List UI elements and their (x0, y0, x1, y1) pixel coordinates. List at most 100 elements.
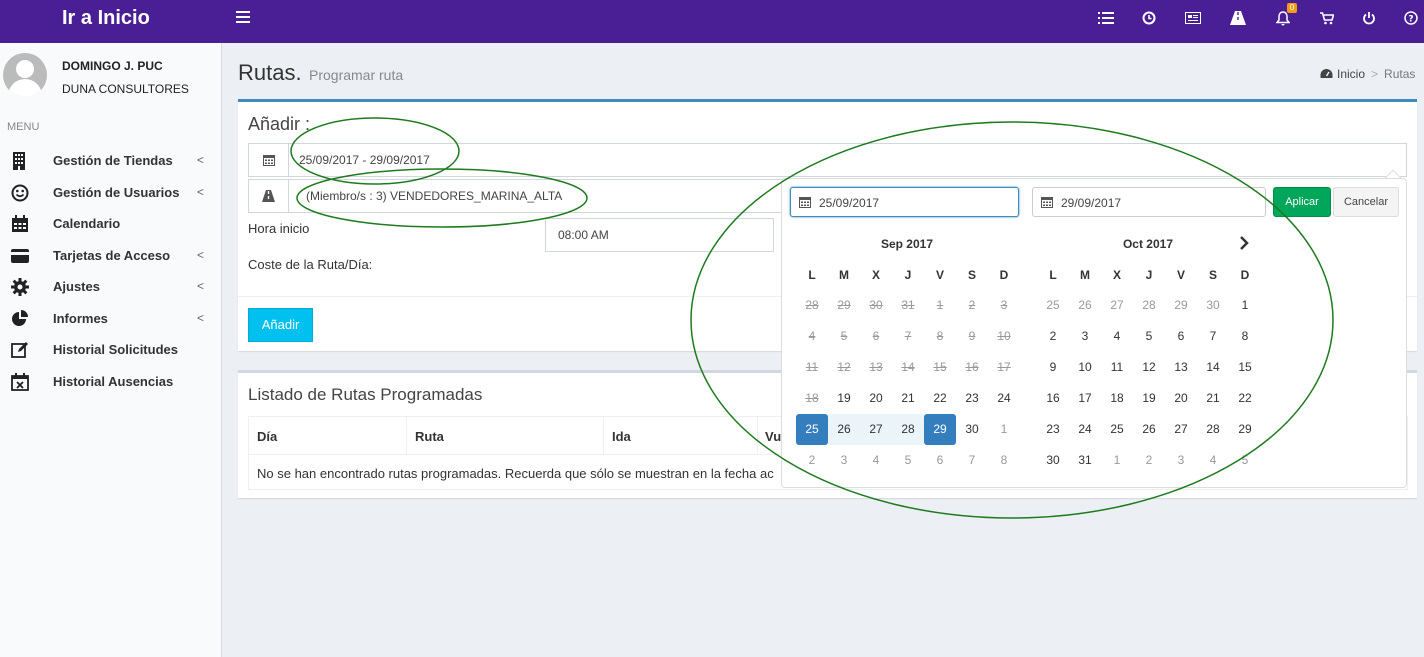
clock-icon[interactable] (1141, 10, 1157, 26)
calendar-day[interactable]: 27 (860, 414, 892, 445)
calendar-day[interactable]: 31 (1069, 445, 1101, 476)
calendar-day[interactable]: 26 (828, 414, 860, 445)
calendar-day[interactable]: 1 (1229, 290, 1261, 321)
chevron-left-icon: < (197, 311, 205, 325)
calendar-day[interactable]: 4 (860, 445, 892, 476)
sidebar-item-informes[interactable]: Informes < (0, 303, 222, 333)
hora-inicio-input[interactable]: 08:00 AM (545, 218, 774, 252)
sidebar-item-calendario[interactable]: Calendario (0, 208, 222, 238)
column-header[interactable]: Ida (612, 429, 631, 444)
calendar-day[interactable]: 29 (1165, 290, 1197, 321)
calendar-day[interactable]: 1 (1101, 445, 1133, 476)
calendar-icon (11, 215, 29, 233)
calendar-day[interactable]: 5 (892, 445, 924, 476)
members-select[interactable]: (Miembro/s : 3) VENDEDORES_MARINA_ALTA (248, 179, 788, 213)
calendar-day[interactable]: 9 (1037, 352, 1069, 383)
calendar-day[interactable]: 18 (1101, 383, 1133, 414)
dashboard-icon (1320, 69, 1333, 78)
calendar-day[interactable]: 22 (924, 383, 956, 414)
help-icon[interactable]: ? (1403, 10, 1419, 26)
calendar-day[interactable]: 1 (988, 414, 1020, 445)
list-icon[interactable] (1098, 10, 1114, 26)
sidebar-item-tarjetas-acceso[interactable]: Tarjetas de Acceso < (0, 240, 222, 270)
sidebar-item-label: Informes (53, 311, 108, 326)
calendar-day[interactable]: 10 (1069, 352, 1101, 383)
add-button[interactable]: Añadir (248, 308, 313, 342)
calendar-day[interactable]: 30 (1197, 290, 1229, 321)
menu-header: MENU (7, 121, 40, 133)
calendar-day: 13 (869, 360, 883, 374)
calendar-day[interactable]: 23 (1037, 414, 1069, 445)
calendar-day[interactable]: 25 (796, 414, 828, 445)
calendar-day[interactable]: 13 (1165, 352, 1197, 383)
sidebar-toggle-icon[interactable] (236, 11, 250, 23)
calendar-day[interactable]: 29 (924, 414, 956, 445)
calendar-day[interactable]: 21 (892, 383, 924, 414)
column-header[interactable]: Día (257, 429, 277, 444)
apply-button[interactable]: Aplicar (1273, 187, 1331, 217)
calendar-day[interactable]: 24 (988, 383, 1020, 414)
calendar-day[interactable]: 24 (1069, 414, 1101, 445)
edit-icon (11, 341, 29, 359)
calendar-day[interactable]: 25 (1101, 414, 1133, 445)
calendar-day[interactable]: 26 (1133, 414, 1165, 445)
calendar-day[interactable]: 27 (1165, 414, 1197, 445)
calendar-day[interactable]: 25 (1037, 290, 1069, 321)
calendar-day[interactable]: 5 (1229, 445, 1261, 476)
calendar-day[interactable]: 5 (1133, 321, 1165, 352)
calendar-day[interactable]: 4 (1101, 321, 1133, 352)
cancel-button[interactable]: Cancelar (1333, 187, 1399, 217)
calendar-day[interactable]: 3 (828, 445, 860, 476)
calendar-day[interactable]: 8 (1229, 321, 1261, 352)
calendar-day[interactable]: 20 (860, 383, 892, 414)
start-date-input[interactable]: 25/09/2017 (790, 187, 1019, 217)
calendar-day[interactable]: 29 (1229, 414, 1261, 445)
calendar-day[interactable]: 15 (1229, 352, 1261, 383)
calendar-day[interactable]: 17 (1069, 383, 1101, 414)
calendar-day[interactable]: 7 (956, 445, 988, 476)
calendar-day[interactable]: 3 (1165, 445, 1197, 476)
column-header[interactable]: Vu (765, 429, 781, 444)
calendar-day[interactable]: 14 (1197, 352, 1229, 383)
calendar-day[interactable]: 2 (1133, 445, 1165, 476)
sidebar-item-gestion-tiendas[interactable]: Gestión de Tiendas < (0, 145, 222, 175)
newspaper-icon[interactable] (1185, 10, 1201, 26)
calendar-day[interactable]: 22 (1229, 383, 1261, 414)
sidebar-item-historial-solicitudes[interactable]: Historial Solicitudes (0, 334, 222, 364)
calendar-day[interactable]: 7 (1197, 321, 1229, 352)
calendar-day[interactable]: 4 (1197, 445, 1229, 476)
calendar-day[interactable]: 3 (1069, 321, 1101, 352)
end-date-input[interactable]: 29/09/2017 (1032, 187, 1266, 217)
calendar-day[interactable]: 12 (1133, 352, 1165, 383)
calendar-day[interactable]: 30 (956, 414, 988, 445)
calendar-day[interactable]: 16 (1037, 383, 1069, 414)
calendar-day[interactable]: 26 (1069, 290, 1101, 321)
calendar-day[interactable]: 2 (796, 445, 828, 476)
calendar-day[interactable]: 2 (1037, 321, 1069, 352)
calendar-day[interactable]: 6 (924, 445, 956, 476)
power-icon[interactable] (1361, 10, 1377, 26)
breadcrumb-home[interactable]: Inicio (1337, 67, 1365, 81)
calendar-day[interactable]: 28 (1133, 290, 1165, 321)
calendar-day[interactable]: 19 (828, 383, 860, 414)
date-range-input[interactable]: 25/09/2017 - 29/09/2017 (248, 143, 1407, 177)
calendar-day[interactable]: 20 (1165, 383, 1197, 414)
calendar-day[interactable]: 11 (1101, 352, 1133, 383)
sidebar-item-gestion-usuarios[interactable]: Gestión de Usuarios < (0, 177, 222, 207)
road-icon[interactable] (1230, 10, 1246, 26)
home-link[interactable]: Ir a Inicio (0, 0, 222, 43)
cart-icon[interactable] (1319, 10, 1335, 26)
calendar-day[interactable]: 8 (988, 445, 1020, 476)
chevron-right-icon[interactable] (1238, 236, 1250, 250)
calendar-day[interactable]: 30 (1037, 445, 1069, 476)
calendar-day[interactable]: 28 (892, 414, 924, 445)
calendar-day[interactable]: 28 (1197, 414, 1229, 445)
column-header[interactable]: Ruta (415, 429, 444, 444)
sidebar-item-ajustes[interactable]: Ajustes < (0, 271, 222, 301)
sidebar-item-historial-ausencias[interactable]: Historial Ausencias (0, 366, 222, 396)
calendar-day[interactable]: 27 (1101, 290, 1133, 321)
calendar-day[interactable]: 21 (1197, 383, 1229, 414)
calendar-day[interactable]: 6 (1165, 321, 1197, 352)
calendar-day[interactable]: 23 (956, 383, 988, 414)
calendar-day[interactable]: 19 (1133, 383, 1165, 414)
